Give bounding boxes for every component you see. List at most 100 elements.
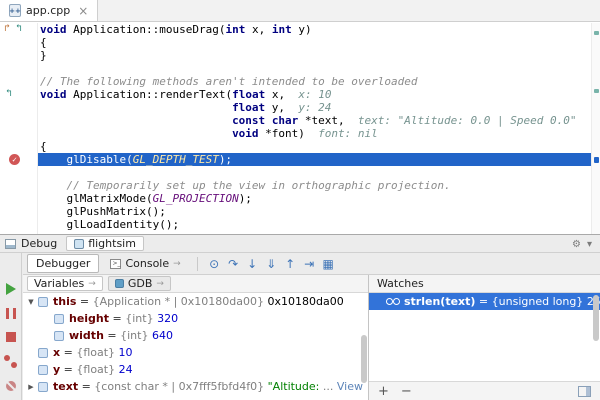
overridden-marker-icon[interactable]: ↱ [4,23,10,35]
tab-debugger[interactable]: Debugger [27,254,99,273]
gdb-icon [115,279,124,288]
watches-scrollbar[interactable] [593,295,599,341]
debug-window-header: Debug flightsim ⚙▾ [0,235,600,253]
tab-debugger-label: Debugger [36,257,90,270]
session-tab-flightsim[interactable]: flightsim [66,236,144,251]
code-line[interactable] [0,166,600,179]
cpp-file-icon: ++ [9,4,21,17]
code-line[interactable]: void Application::mouseDrag(int x, int y… [0,23,600,36]
editor-scroll-stripe[interactable] [591,23,600,234]
expander-icon[interactable]: ▼ [25,298,37,306]
code-line[interactable]: const char *text, text: "Altitude: 0.0 |… [0,114,600,127]
toolbar-separator [197,257,198,271]
code-line[interactable]: { [0,36,600,49]
view-link[interactable]: View [337,380,363,393]
debug-window-title: Debug [21,237,57,250]
run-config-icon [74,239,84,249]
code-line[interactable]: // The following methods aren't intended… [0,75,600,88]
variable-row[interactable]: y = {float} 24 [23,361,368,378]
hide-window-icon[interactable]: ▾ [584,239,595,250]
watches-list: strlen(text) = {unsigned long} 25 [369,293,600,310]
debug-header-actions: ⚙▾ [569,237,595,250]
force-step-into-icon[interactable]: ⇓ [262,257,281,271]
show-watches-panel-icon[interactable] [578,386,591,397]
stripe-mark [594,89,599,93]
step-into-icon[interactable]: ↓ [243,257,262,271]
tab-console[interactable]: Console → [101,254,189,273]
watches-pane-header: Watches [369,275,600,293]
variable-icon [38,297,48,307]
code-line[interactable] [0,62,600,75]
editor-tab-appcpp[interactable]: ++ app.cpp × [0,0,98,21]
code-line[interactable]: } [0,49,600,62]
view-breakpoints-icon[interactable] [4,355,17,368]
variable-icon [38,348,48,358]
code-area: void Application::mouseDrag(int x, int y… [0,23,600,234]
gutter-column[interactable]: ↰ ↱ ↰ ✓ [0,23,38,234]
variables-tree: ▼this = {Application * | 0x10180da00} 0x… [23,293,368,395]
variable-icon [54,314,64,324]
debug-window-icon [5,239,16,249]
variable-row[interactable]: height = {int} 320 [23,310,368,327]
debugger-toolbar: Debugger Console → ⊙↷↓⇓↑⇥▦ [23,253,600,275]
tab-gdb-label: GDB [128,277,153,290]
step-over-icon[interactable]: ↷ [224,257,243,271]
code-line[interactable]: { [0,140,600,153]
variable-row[interactable]: ▶text = {const char * | 0x7fff5fbfd4f0} … [23,378,368,395]
tab-switch-arrow-icon: → [173,259,181,269]
run-to-cursor-icon[interactable]: ⇥ [300,257,319,271]
variable-icon [38,365,48,375]
debug-tool-window: Debug flightsim ⚙▾ Debugger Console → ⊙↷… [0,234,600,400]
step-out-icon[interactable]: ↑ [281,257,300,271]
variables-pane: Variables → GDB → ▼this = {Application *… [23,275,369,400]
variable-row[interactable]: width = {int} 640 [23,327,368,344]
code-line[interactable]: glPushMatrix(); [0,205,600,218]
code-line[interactable]: // Temporarily set up the view in orthog… [0,179,600,192]
variables-scrollbar[interactable] [361,335,367,383]
watch-icon [386,298,400,306]
stripe-mark [594,31,599,35]
breakpoint-icon[interactable]: ✓ [9,154,20,165]
show-execution-point-icon[interactable]: ⊙ [205,257,224,271]
tab-gdb[interactable]: GDB → [108,276,171,291]
code-line[interactable]: float y, y: 24 [0,101,600,114]
evaluate-expression-icon[interactable]: ▦ [319,257,338,271]
add-watch-button[interactable]: + [378,385,389,398]
tab-switch-arrow-icon: → [156,279,164,289]
tab-switch-arrow-icon: → [88,279,96,289]
stripe-exec-mark [594,157,599,163]
code-line[interactable]: glMatrixMode(GL_PROJECTION); [0,192,600,205]
override-marker-icon[interactable]: ↰ [16,23,22,35]
override-marker-icon[interactable]: ↰ [6,88,12,100]
tab-variables-label: Variables [34,277,84,290]
editor-tab-bar: ++ app.cpp × [0,0,600,22]
gear-icon[interactable]: ⚙ [569,239,584,250]
step-controls: ⊙↷↓⇓↑⇥▦ [205,257,338,271]
session-tab-label: flightsim [88,237,136,250]
expander-icon[interactable]: ▶ [25,383,37,391]
tab-variables[interactable]: Variables → [27,276,103,291]
watches-title: Watches [373,277,424,290]
variable-row[interactable]: x = {float} 10 [23,344,368,361]
watch-row[interactable]: strlen(text) = {unsigned long} 25 [369,293,600,310]
variable-row[interactable]: ▼this = {Application * | 0x10180da00} 0x… [23,293,368,310]
code-line[interactable]: void Application::renderText(float x, x:… [0,88,600,101]
watches-pane: Watches strlen(text) = {unsigned long} 2… [369,275,600,400]
tab-console-label: Console [125,257,169,270]
code-line[interactable]: glLoadIdentity(); [0,218,600,231]
remove-watch-button[interactable]: − [401,385,412,398]
code-editor[interactable]: void Application::mouseDrag(int x, int y… [0,23,600,234]
watches-toolbar: + − [369,381,600,400]
variable-icon [38,382,48,392]
console-icon [110,259,121,269]
stop-icon[interactable] [6,332,16,342]
resume-icon[interactable] [6,283,16,295]
tab-title: app.cpp [26,4,70,17]
close-tab-icon[interactable]: × [78,4,88,18]
code-line[interactable]: void *font) font: nil [0,127,600,140]
pause-icon[interactable] [6,308,16,319]
execution-line[interactable]: glDisable(GL_DEPTH_TEST); [0,153,600,166]
debug-left-toolbar [0,253,22,400]
mute-breakpoints-icon[interactable] [6,381,16,391]
ide-window: ++ app.cpp × void Application::mouseDrag… [0,0,600,400]
